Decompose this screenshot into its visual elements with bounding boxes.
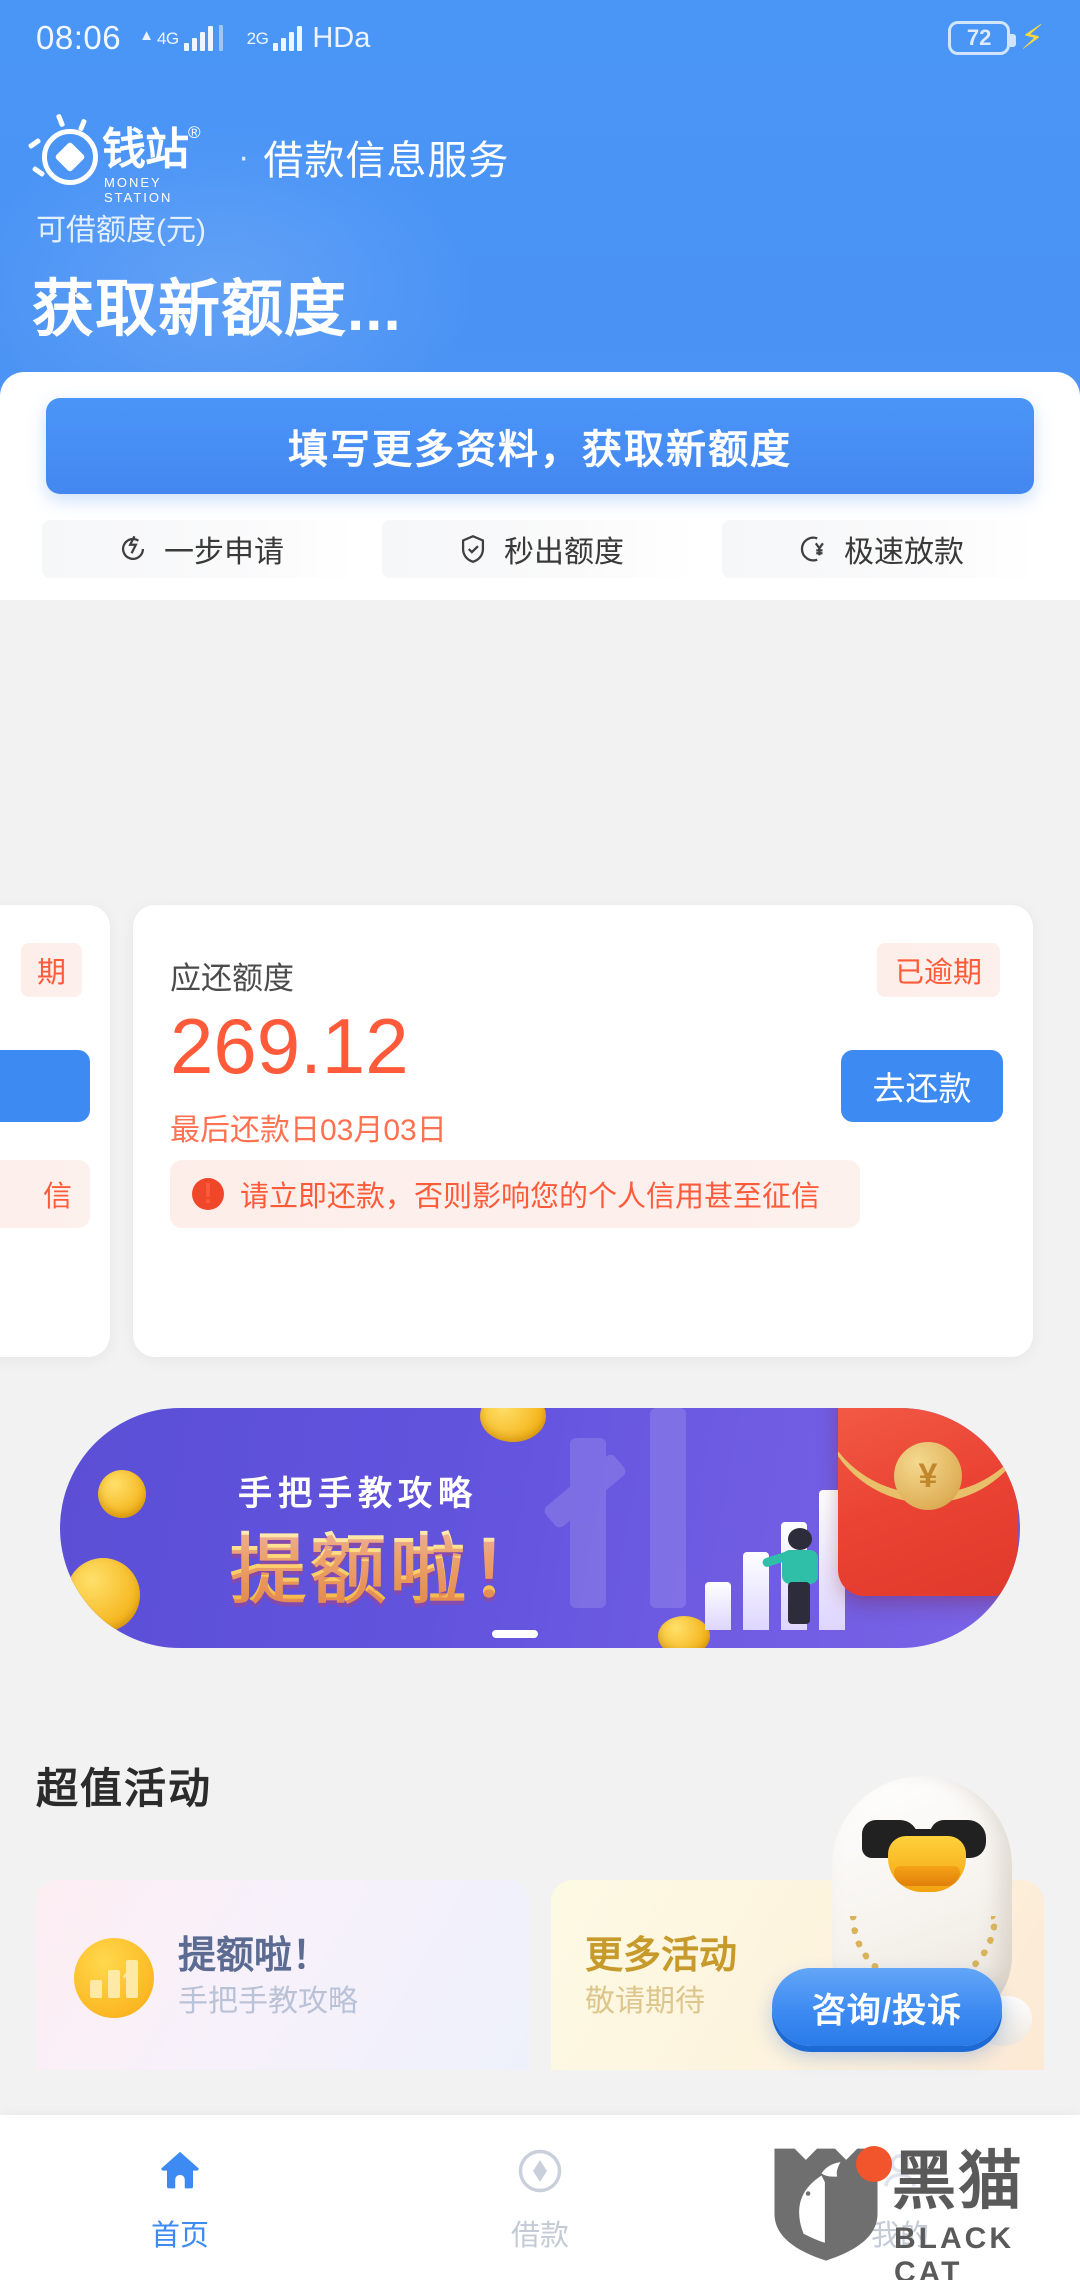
signal-bars-icon-2 — [273, 25, 303, 51]
yuan-arc-icon — [800, 536, 824, 562]
prev-warning-banner: 信 — [0, 1160, 90, 1228]
fill-more-info-button[interactable]: 填写更多资料，获取新额度 — [46, 398, 1034, 494]
activity-subtitle-2: 敬请期待 — [585, 1985, 705, 2018]
consult-complaint-button[interactable]: 咨询/投诉 — [772, 1968, 1002, 2046]
tab-label-loan: 借款 — [510, 2219, 569, 2252]
registered-mark: ® — [188, 123, 201, 142]
logo-wordmark: 钱站 — [102, 125, 189, 174]
coin-decor-1 — [98, 1470, 146, 1518]
battery-icon: 72 — [948, 21, 1017, 55]
feature-label-apply: 一步申请 — [164, 536, 284, 569]
activity-row-2: 更多活动 敬请期待 — [585, 1932, 737, 2024]
activity-text-2: 更多活动 敬请期待 — [585, 1932, 737, 2024]
promo-banner[interactable]: 手把手教攻略 提额啦！ ¥ — [60, 1408, 1020, 1648]
activity-text-1: 提额啦！ 手把手教攻略 — [178, 1932, 358, 2024]
logo-subtitle: MONEY STATION — [104, 175, 173, 205]
status-bar: 08:06 ▲ 4G 2G HDa 72 ⚡ — [0, 0, 1080, 76]
signal-up-arrow-icon: ▲ — [139, 27, 154, 44]
exclamation-circle-icon: ! — [192, 1178, 224, 1210]
activity-card-credit-increase[interactable]: ↗ 提额啦！ 手把手教攻略 — [36, 1880, 529, 2070]
person-decor — [761, 1528, 820, 1624]
prev-warning-text: 信 — [42, 1181, 72, 1213]
red-envelope-icon: ¥ — [838, 1408, 1018, 1596]
brand-title: 借款信息服务 — [263, 139, 510, 183]
banner-indicator — [492, 1630, 538, 1638]
network-type-secondary: 2G — [246, 29, 269, 48]
consult-complaint-label: 咨询/投诉 — [811, 1991, 963, 2030]
app-screen: 08:06 ▲ 4G 2G HDa 72 ⚡ 钱站 ® MONEY STATIO… — [0, 0, 1080, 2280]
credit-limit-amount: 获取新额度... — [32, 275, 402, 344]
feature-label-fast-loan: 极速放款 — [844, 536, 964, 569]
signal-group-2: 2G — [247, 25, 303, 51]
prev-status-badge: 期 — [20, 943, 82, 997]
battery-level: 72 — [966, 25, 992, 50]
tab-home[interactable]: 首页 — [0, 2115, 360, 2280]
activities-section-title: 超值活动 — [36, 1765, 213, 1812]
tab-label-home: 首页 — [150, 2219, 209, 2252]
overdue-warning-text: 请立即还款，否则影响您的个人信用甚至征信 — [240, 1181, 821, 1213]
status-badge-overdue: 已逾期 — [876, 943, 1000, 997]
repayment-label: 应还额度 — [170, 961, 294, 996]
duck-mascot: 咨询/投诉 — [772, 1768, 1050, 2068]
hd-indicator: HDa — [312, 21, 371, 54]
coin-decor-2 — [66, 1558, 140, 1632]
status-divider — [218, 25, 223, 51]
feature-label-instant-limit: 秒出额度 — [504, 536, 624, 569]
tab-loan[interactable]: 借款 — [360, 2115, 720, 2280]
feature-chip-apply[interactable]: 一步申请 — [42, 520, 358, 578]
repayment-amount: 269.12 — [170, 1002, 409, 1090]
envelope-coin: ¥ — [894, 1442, 962, 1510]
logo-diamond-icon — [54, 141, 86, 173]
logo-circle-icon — [42, 129, 98, 185]
refresh-lightning-icon — [121, 535, 145, 561]
watermark-cn: 黑猫 — [892, 2145, 1024, 2217]
duck-beak — [888, 1836, 966, 1892]
coin-chart-icon: ↗ — [74, 1938, 154, 2018]
money-station-logo-icon: 钱站 ® MONEY STATION — [27, 113, 216, 205]
repayment-carousel[interactable]: 期 信 应还额度 已逾期 269.12 最后还款日03月03日 去还款 ! 请立… — [0, 905, 1080, 1360]
signal-bars-icon-1 — [183, 25, 213, 51]
repayment-due-date: 最后还款日03月03日 — [170, 1114, 447, 1147]
go-repay-label: 去还款 — [872, 1070, 972, 1107]
watermark-dot — [856, 2146, 892, 2182]
go-repay-button[interactable]: 去还款 — [841, 1050, 1003, 1122]
brand-separator: · — [238, 137, 250, 176]
watermark-en: BLACK CAT — [894, 2222, 1014, 2280]
brand-header: 钱站 ® MONEY STATION · 借款信息服务 — [27, 113, 510, 205]
network-type-primary: 4G — [156, 29, 179, 48]
activity-row-1: ↗ 提额啦！ 手把手教攻略 — [74, 1932, 358, 2024]
feature-chip-fast-loan[interactable]: 极速放款 — [722, 520, 1038, 578]
credit-limit-label: 可借额度(元) — [36, 214, 206, 247]
arrow-up-icon: ↗ — [115, 1952, 143, 1986]
activity-subtitle-1: 手把手教攻略 — [178, 1985, 358, 2018]
status-time: 08:06 — [36, 19, 122, 56]
lightning-bolt-icon: ⚡ — [1020, 19, 1044, 57]
cta-label: 填写更多资料，获取新额度 — [288, 428, 792, 472]
black-cat-watermark: 黑猫 BLACK CAT — [764, 2136, 1064, 2280]
repayment-card-previous[interactable]: 期 信 — [0, 905, 110, 1357]
shield-check-icon — [461, 535, 485, 563]
status-right: 72 ⚡ — [948, 21, 1044, 55]
activity-title-1: 提额啦！ — [178, 1935, 331, 1977]
repayment-card-current[interactable]: 应还额度 已逾期 269.12 最后还款日03月03日 去还款 ! 请立即还款，… — [133, 905, 1033, 1357]
activity-title-2: 更多活动 — [585, 1935, 738, 1977]
banner-title: 提额啦！ — [230, 1508, 550, 1618]
home-icon — [151, 2142, 209, 2200]
overdue-warning-banner: ! 请立即还款，否则影响您的个人信用甚至征信 — [170, 1160, 860, 1228]
diamond-icon — [511, 2142, 569, 2200]
feature-chip-instant-limit[interactable]: 秒出额度 — [382, 520, 698, 578]
feature-chips: 一步申请 秒出额度 极速放款 — [0, 520, 1080, 578]
prev-repay-button[interactable] — [0, 1050, 90, 1122]
signal-group-1: ▲ 4G — [139, 25, 213, 51]
